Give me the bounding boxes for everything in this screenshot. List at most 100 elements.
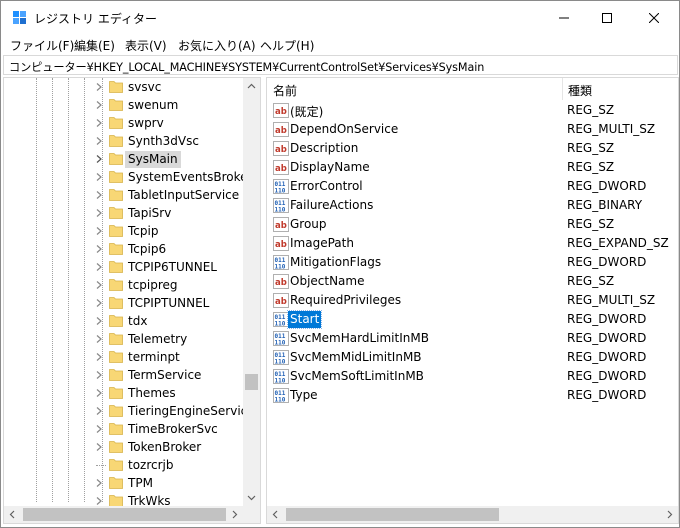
tree-item[interactable]: SysMain <box>4 150 244 168</box>
svg-text:ab: ab <box>275 107 287 117</box>
value-row[interactable]: ab ImagePath REG_EXPAND_SZ <box>267 234 678 253</box>
tree-horizontal-scrollbar[interactable] <box>4 506 243 523</box>
value-name: ObjectName <box>290 274 365 288</box>
close-button[interactable] <box>631 1 677 34</box>
chevron-right-icon[interactable] <box>94 280 104 290</box>
chevron-right-icon[interactable] <box>94 316 104 326</box>
chevron-right-icon[interactable] <box>94 262 104 272</box>
minimize-button[interactable] <box>541 1 587 34</box>
list-horizontal-scrollbar[interactable] <box>267 506 678 523</box>
value-type: REG_DWORD <box>567 331 647 345</box>
value-row[interactable]: 011 110 Start REG_DWORD <box>267 310 678 329</box>
scroll-right-icon[interactable] <box>661 506 678 523</box>
folder-icon <box>109 477 123 489</box>
tree-item[interactable]: Tcpip <box>4 222 244 240</box>
value-row[interactable]: ab Description REG_SZ <box>267 139 678 158</box>
value-row[interactable]: 011 110 SvcMemHardLimitInMB REG_DWORD <box>267 329 678 348</box>
tree-item[interactable]: Telemetry <box>4 330 244 348</box>
value-row[interactable]: ab RequiredPrivileges REG_MULTI_SZ <box>267 291 678 310</box>
tree-horizontal-scroll-thumb[interactable] <box>23 508 226 521</box>
value-row[interactable]: 011 110 SvcMemMidLimitInMB REG_DWORD <box>267 348 678 367</box>
chevron-right-icon[interactable] <box>94 118 104 128</box>
folder-icon <box>109 333 123 345</box>
tree-item[interactable]: svsvc <box>4 78 244 96</box>
menu-view[interactable]: 表示(V) <box>125 37 167 54</box>
tree-item[interactable]: Tcpip6 <box>4 240 244 258</box>
tree-item[interactable]: TieringEngineService <box>4 402 255 420</box>
tree-item[interactable]: swprv <box>4 114 244 132</box>
tree-item[interactable]: TabletInputService <box>4 186 244 204</box>
scroll-right-icon[interactable] <box>226 506 243 523</box>
tree-item[interactable]: tdx <box>4 312 244 330</box>
tree-vertical-scroll-thumb[interactable] <box>245 374 258 390</box>
value-row[interactable]: ab (既定) REG_SZ <box>267 101 678 120</box>
tree-item[interactable]: Themes <box>4 384 244 402</box>
binary-value-icon: 011110 <box>273 388 289 403</box>
value-row[interactable]: ab DisplayName REG_SZ <box>267 158 678 177</box>
folder-icon <box>109 243 123 255</box>
scroll-left-icon[interactable] <box>267 506 284 523</box>
tree-item-label: TermService <box>128 368 202 382</box>
column-header-name[interactable]: 名前 <box>267 78 562 100</box>
chevron-right-icon[interactable] <box>94 208 104 218</box>
tree-item[interactable]: TokenBroker <box>4 438 244 456</box>
address-bar[interactable]: コンピューター¥HKEY_LOCAL_MACHINE¥SYSTEM¥Curren… <box>3 55 678 75</box>
chevron-right-icon[interactable] <box>94 424 104 434</box>
chevron-right-icon[interactable] <box>94 154 104 164</box>
chevron-right-icon[interactable] <box>94 352 104 362</box>
value-type: REG_DWORD <box>567 312 647 326</box>
column-header-type[interactable]: 種類 <box>562 78 678 100</box>
tree-item[interactable]: SystemEventsBroker <box>4 168 252 186</box>
list-horizontal-scroll-thumb[interactable] <box>286 508 499 521</box>
chevron-right-icon[interactable] <box>94 334 104 344</box>
value-row[interactable]: ab DependOnService REG_MULTI_SZ <box>267 120 678 139</box>
chevron-right-icon[interactable] <box>94 406 104 416</box>
scroll-up-icon[interactable] <box>243 78 260 95</box>
chevron-right-icon[interactable] <box>94 136 104 146</box>
scroll-down-icon[interactable] <box>243 489 260 506</box>
chevron-right-icon[interactable] <box>94 244 104 254</box>
chevron-right-icon[interactable] <box>94 172 104 182</box>
menu-bar: ファイル(F) 編集(E) 表示(V) お気に入り(A) ヘルプ(H) <box>1 35 679 54</box>
value-row[interactable]: 011 110 Type REG_DWORD <box>267 386 678 405</box>
value-row[interactable]: 011 110 MitigationFlags REG_DWORD <box>267 253 678 272</box>
chevron-right-icon[interactable] <box>94 496 104 506</box>
value-type: REG_DWORD <box>567 369 647 383</box>
tree-item[interactable]: TCPIPTUNNEL <box>4 294 244 312</box>
value-row[interactable]: 011 110 SvcMemSoftLimitInMB REG_DWORD <box>267 367 678 386</box>
tree-item[interactable]: TCPIP6TUNNEL <box>4 258 244 276</box>
chevron-right-icon[interactable] <box>94 442 104 452</box>
chevron-right-icon[interactable] <box>94 100 104 110</box>
chevron-right-icon[interactable] <box>94 388 104 398</box>
value-type: REG_MULTI_SZ <box>567 293 656 307</box>
value-row[interactable]: ab Group REG_SZ <box>267 215 678 234</box>
menu-edit[interactable]: 編集(E) <box>74 37 115 54</box>
chevron-right-icon[interactable] <box>94 298 104 308</box>
tree-item[interactable]: TPM <box>4 474 244 492</box>
menu-favorites[interactable]: お気に入り(A) <box>178 37 256 54</box>
tree-item[interactable]: TimeBrokerSvc <box>4 420 244 438</box>
tree-item[interactable]: tozrcrjb <box>4 456 244 474</box>
scroll-left-icon[interactable] <box>4 506 21 523</box>
tree-item[interactable]: TapiSrv <box>4 204 244 222</box>
chevron-right-icon[interactable] <box>94 370 104 380</box>
tree-item[interactable]: TermService <box>4 366 244 384</box>
value-row[interactable]: 011 110 FailureActions REG_BINARY <box>267 196 678 215</box>
value-row[interactable]: 011 110 ErrorControl REG_DWORD <box>267 177 678 196</box>
chevron-right-icon[interactable] <box>94 226 104 236</box>
tree-item[interactable]: terminpt <box>4 348 244 366</box>
tree-item[interactable]: swenum <box>4 96 244 114</box>
chevron-right-icon[interactable] <box>94 190 104 200</box>
chevron-right-icon[interactable] <box>94 478 104 488</box>
maximize-button[interactable] <box>584 1 630 34</box>
value-row[interactable]: ab ObjectName REG_SZ <box>267 272 678 291</box>
tree-item[interactable]: tcpipreg <box>4 276 244 294</box>
menu-help[interactable]: ヘルプ(H) <box>260 37 314 54</box>
string-value-icon: ab <box>273 122 289 137</box>
folder-icon <box>109 369 123 381</box>
menu-file[interactable]: ファイル(F) <box>10 37 74 54</box>
tree-vertical-scrollbar[interactable] <box>243 78 260 506</box>
folder-icon <box>109 207 123 219</box>
chevron-right-icon[interactable] <box>94 82 104 92</box>
tree-item[interactable]: Synth3dVsc <box>4 132 244 150</box>
